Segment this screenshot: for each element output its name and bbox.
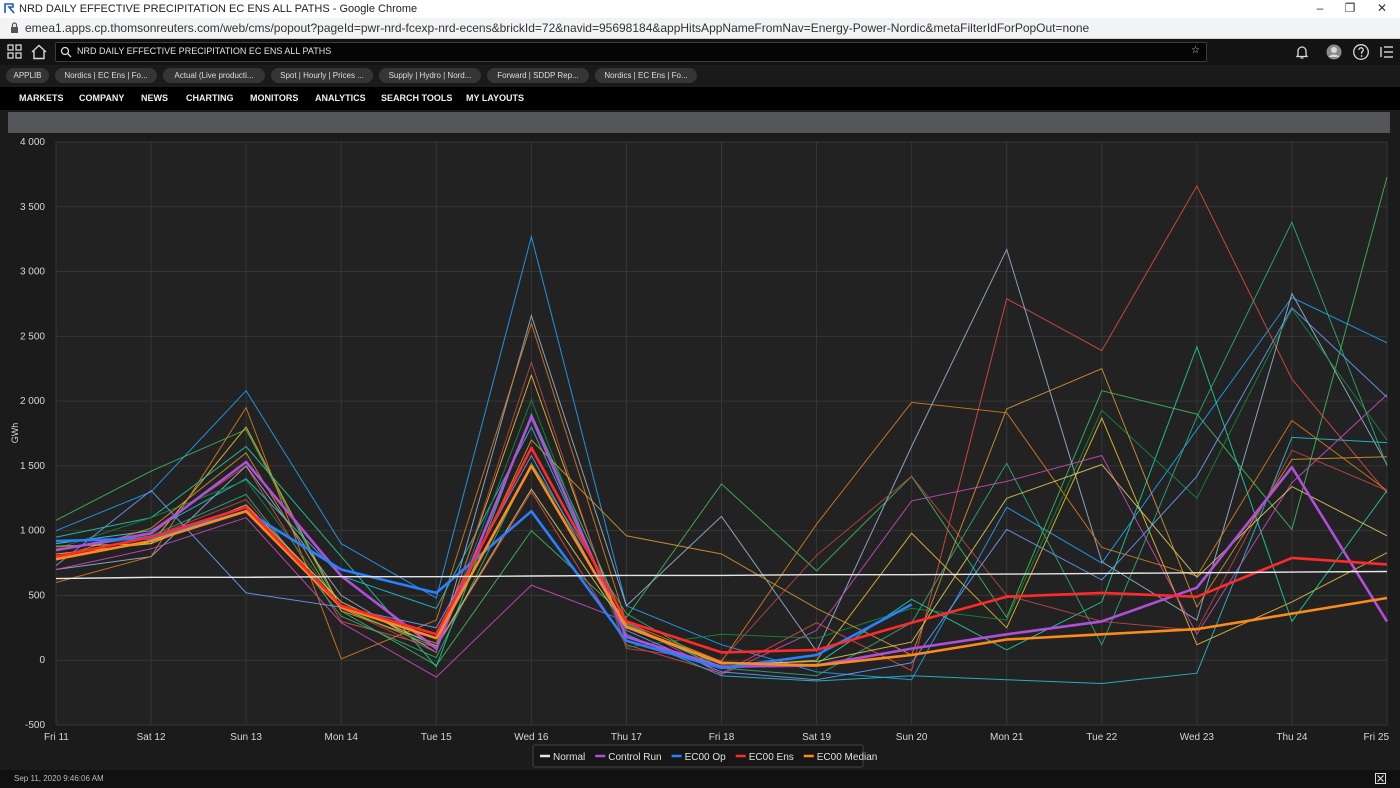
restore-button[interactable]: ❐ (1332, 0, 1368, 18)
y-tick-label: 3 500 (20, 202, 45, 213)
chart-header-strip (8, 112, 1390, 133)
tab-nordics-ec-ens-1[interactable]: Nordics | EC Ens | Fo... (55, 68, 157, 83)
avatar[interactable] (1325, 43, 1343, 61)
app-grid-icon[interactable] (6, 43, 24, 61)
home-icon[interactable] (30, 43, 48, 61)
y-tick-label: -500 (25, 720, 45, 731)
lock-icon (11, 22, 18, 33)
x-tick-label: Tue 15 (421, 732, 452, 743)
x-tick-label: Mon 14 (325, 732, 359, 743)
menu-company[interactable]: COMPANY (79, 93, 124, 103)
x-tick-label: Wed 23 (1180, 732, 1215, 743)
x-tick-label: Sun 20 (896, 732, 928, 743)
status-footer: Sep 11, 2020 9:46:06 AM (0, 770, 1400, 788)
legend-entry: Normal (553, 752, 585, 763)
y-tick-label: 1 500 (20, 461, 45, 472)
x-tick-label: Wed 16 (514, 732, 549, 743)
y-tick-label: 2 500 (20, 331, 45, 342)
search-text: NRD DAILY EFFECTIVE PRECIPITATION EC ENS… (77, 46, 332, 56)
search-input[interactable]: NRD DAILY EFFECTIVE PRECIPITATION EC ENS… (55, 42, 1207, 62)
last-updated-timestamp: Sep 11, 2020 9:46:06 AM (14, 774, 104, 783)
favorite-star-icon[interactable]: ☆ (1191, 45, 1200, 56)
layout-menu-icon[interactable] (1378, 43, 1396, 61)
y-tick-label: 1 000 (20, 526, 45, 537)
x-tick-label: Mon 21 (990, 732, 1024, 743)
y-tick-label: 3 000 (20, 267, 45, 278)
y-tick-label: 2 000 (20, 396, 45, 407)
x-tick-label: Thu 17 (611, 732, 643, 743)
tab-applib[interactable]: APPLIB (6, 68, 49, 83)
legend-entry: Control Run (608, 752, 661, 763)
y-axis-label: GWh (10, 423, 20, 444)
y-tick-label: 500 (28, 590, 45, 601)
menu-news[interactable]: NEWS (141, 93, 168, 103)
window-titlebar: NRD DAILY EFFECTIVE PRECIPITATION EC ENS… (0, 0, 1400, 18)
tab-nordics-ec-ens-2[interactable]: Nordics | EC Ens | Fo... (595, 68, 697, 83)
legend-entry: EC00 Op (685, 752, 727, 763)
search-icon (60, 46, 72, 58)
legend-entry: EC00 Ens (749, 752, 794, 763)
menu-markets[interactable]: MARKETS (19, 93, 64, 103)
window-title: NRD DAILY EFFECTIVE PRECIPITATION EC ENS… (19, 3, 418, 15)
tab-actual-production[interactable]: Actual (Live producti... (163, 68, 265, 83)
app-toolbar: NRD DAILY EFFECTIVE PRECIPITATION EC ENS… (0, 39, 1400, 65)
menu-monitors[interactable]: MONITORS (250, 93, 298, 103)
notification-bell-icon[interactable] (1293, 43, 1311, 61)
precipitation-chart: -500 0 500 1 000 1 500 2 000 2 500 3 000 3 500 4 … (10, 137, 1389, 768)
menu-my-layouts[interactable]: MY LAYOUTS (466, 93, 524, 103)
tab-spot-hourly-prices[interactable]: Spot | Hourly | Prices ... (271, 68, 373, 83)
y-tick-label: 0 (39, 655, 45, 666)
tab-forward-sddp[interactable]: Forward | SDDP Rep... (487, 68, 589, 83)
menu-search-tools[interactable]: SEARCH TOOLS (381, 93, 452, 103)
tab-supply-hydro[interactable]: Supply | Hydro | Nord... (379, 68, 481, 83)
legend-entry: EC00 Median (817, 752, 878, 763)
menu-charting[interactable]: CHARTING (186, 93, 234, 103)
x-tick-label: Fri 18 (709, 732, 735, 743)
y-tick-label: 4 000 (20, 137, 45, 148)
x-tick-label: Sat 19 (802, 732, 831, 743)
menu-analytics[interactable]: ANALYTICS (315, 93, 366, 103)
url-text: emea1.apps.cp.thomsonreuters.com/web/cms… (25, 21, 1090, 35)
x-tick-label: Sat 12 (137, 732, 166, 743)
x-tick-label: Fri 25 (1363, 732, 1389, 743)
x-tick-label: Fri 11 (44, 732, 69, 743)
x-tick-label: Sun 13 (230, 732, 262, 743)
help-icon[interactable] (1352, 43, 1370, 61)
x-tick-label: Thu 24 (1276, 732, 1308, 743)
close-panel-icon[interactable] (1375, 773, 1386, 784)
favorites-tabs: APPLIB Nordics | EC Ens | Fo... Actual (… (0, 65, 1400, 87)
app-logo-icon (4, 3, 15, 14)
main-menu: MARKETS COMPANY NEWS CHARTING MONITORS A… (0, 87, 1400, 110)
close-button[interactable]: ✕ (1364, 0, 1400, 18)
address-bar[interactable]: emea1.apps.cp.thomsonreuters.com/web/cms… (0, 18, 1400, 39)
x-tick-label: Tue 22 (1086, 732, 1117, 743)
